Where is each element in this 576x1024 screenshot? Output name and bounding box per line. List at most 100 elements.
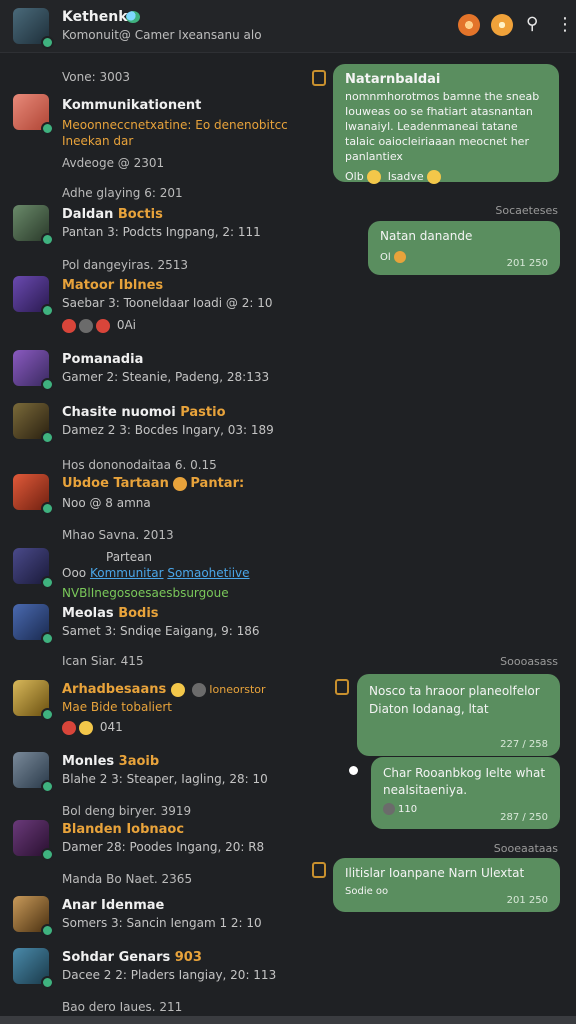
online-dot [41,502,54,515]
avatar [13,680,54,721]
message-time: 201 250 [506,895,548,906]
online-dot [41,576,54,589]
message-body: Char Rooanbkog Ielte what neaIsitaeniya. [383,766,546,797]
message-preview: Saebar 3: Tooneldaar Ioadi @ 2: 10 [62,296,273,310]
online-dot [41,233,54,246]
message-title: Natan danande [380,229,473,243]
message-bubble[interactable]: Ilitislar Ioanpane Narn Ulextat Sodie oo… [333,858,560,912]
avatar [13,350,54,391]
contact-name: Sohdar Genars 903 [62,950,202,965]
avatar [13,548,54,589]
contact-name: Daldan Boctis [62,207,163,222]
message-preview: Somers 3: Sancin Iengam 1 2: 10 [62,916,262,930]
date-label: Adhe glaying 6: 201 [62,186,183,200]
message-preview: Pantan 3: Podcts Ingpang, 2: 111 [62,225,261,239]
contact-name: Monles 3aoib [62,754,160,769]
status-icon [126,11,140,23]
contact-name: Kommunikationent [62,98,202,113]
contact-name: Meolas Bodis [62,606,159,621]
chat-subtitle: Komonuit@ Camer Ixeansanu alo [62,28,262,42]
sender-label: Sooeaataas [493,842,558,855]
online-dot [41,976,54,989]
message-preview: Blahe 2 3: Steaper, Iagling, 28: 10 [62,772,268,786]
contact-name: Matoor Iblnes [62,278,164,293]
more-icon[interactable]: ⋮ [556,14,576,36]
avatar [13,276,54,317]
online-dot [41,36,54,49]
mention-link[interactable]: Somaohetiive [167,566,249,580]
message-time: 287 / 250 [500,812,548,823]
message-footer: Olb Isadve [345,170,547,184]
message-preview: Damez 2 3: Bocdes Ingary, 03: 189 [62,423,274,437]
avatar [13,604,54,645]
date-label: Mhao Savna. 2013 [62,528,174,542]
message-preview: Noo @ 8 amna [62,496,151,510]
online-dot [41,924,54,937]
notification-icon[interactable] [491,14,513,36]
message-body: Nosco ta hraoor planeolfelor Diaton Ioda… [369,684,540,716]
reactions: 0Ai [62,318,136,333]
contact-name: Anar Idenmae [62,898,165,913]
online-dot [41,122,54,135]
contact-name: Pomanadia [62,352,144,367]
unread-dot [349,766,358,775]
date-label: Manda Bo Naet. 2365 [62,872,193,886]
message-body: Ilitislar Ioanpane Narn Ulextat [345,866,525,880]
avatar [13,948,54,989]
message-bubble[interactable]: Char Rooanbkog Ielte what neaIsitaeniya.… [371,757,560,829]
message-preview: Ooo Kommunitar Somaohetiive [62,566,250,580]
attachment-icon[interactable] [312,70,326,86]
message-time: 227 / 258 [500,739,548,750]
message-preview: NVBlInegosoesaesbsurgoue [62,586,229,600]
mention-link[interactable]: Kommunitar [90,566,164,580]
attachment-icon[interactable] [335,679,349,695]
sender-label: Socaeteses [495,204,558,217]
avatar [13,94,54,135]
scrollbar[interactable] [0,1016,576,1024]
message-bubble[interactable]: Nosco ta hraoor planeolfelor Diaton Ioda… [357,674,560,756]
message-time: 201 250 [506,258,548,269]
message-title: Natarnbaldai [345,72,441,87]
avatar [13,752,54,793]
message-preview: Gamer 2: Steanie, Padeng, 28:133 [62,370,270,384]
online-dot [41,848,54,861]
flame-icon[interactable] [458,14,480,36]
reactions: 041 [62,720,123,735]
contact-name: Arhadbesaans Ioneorstor [62,682,266,697]
date-label: Pol dangeyiras. 2513 [62,258,189,272]
message-preview: Samet 3: Sndiqe Eaigang, 9: 186 [62,624,260,638]
message-body: nomnmhorotmos bamne the sneab Iouweas oo… [345,90,540,163]
message-bubble[interactable]: Natarnbaldai nomnmhorotmos bamne the sne… [333,64,559,184]
online-dot [41,780,54,793]
date-label: Vone: 3003 [62,70,131,84]
date-label: Bol deng biryer. 3919 [62,804,192,818]
attachment-icon[interactable] [312,862,326,878]
online-dot [41,431,54,444]
avatar [13,474,54,515]
contact-name: Chasite nuomoi Pastio [62,405,226,420]
date-label: Ican Siar. 415 [62,654,144,668]
timestamp: Avdeoge @ 2301 [62,156,165,170]
contact-name: Blanden Iobnaoc [62,822,185,837]
date-label: Bao dero Iaues. 211 [62,1000,183,1014]
message-preview: Ineekan dar [62,134,134,148]
online-dot [41,378,54,391]
sender-name: Partean [106,550,153,564]
online-dot [41,304,54,317]
online-dot [41,632,54,645]
top-bar: Kethenka Komonuit@ Camer Ixeansanu alo ⚲… [0,0,576,53]
sender-label: Soooasass [500,655,558,668]
date-label: Hos dononodaitaa 6. 0.15 [62,458,217,472]
avatar [13,205,54,246]
message-bubble[interactable]: Natan danande Ol 201 250 [368,221,560,275]
message-preview: Meoonneccnetxatine: Eo denenobitcc [62,118,288,132]
avatar [13,820,54,861]
contact-name: Ubdoe Tartaan Pantar: [62,476,245,491]
avatar [13,896,54,937]
chat-avatar[interactable] [13,8,54,49]
message-preview: Mae Bide tobaliert [62,700,173,714]
search-icon[interactable]: ⚲ [526,14,548,36]
online-dot [41,708,54,721]
message-preview: Damer 28: Poodes Ingang, 20: R8 [62,840,265,854]
avatar [13,403,54,444]
